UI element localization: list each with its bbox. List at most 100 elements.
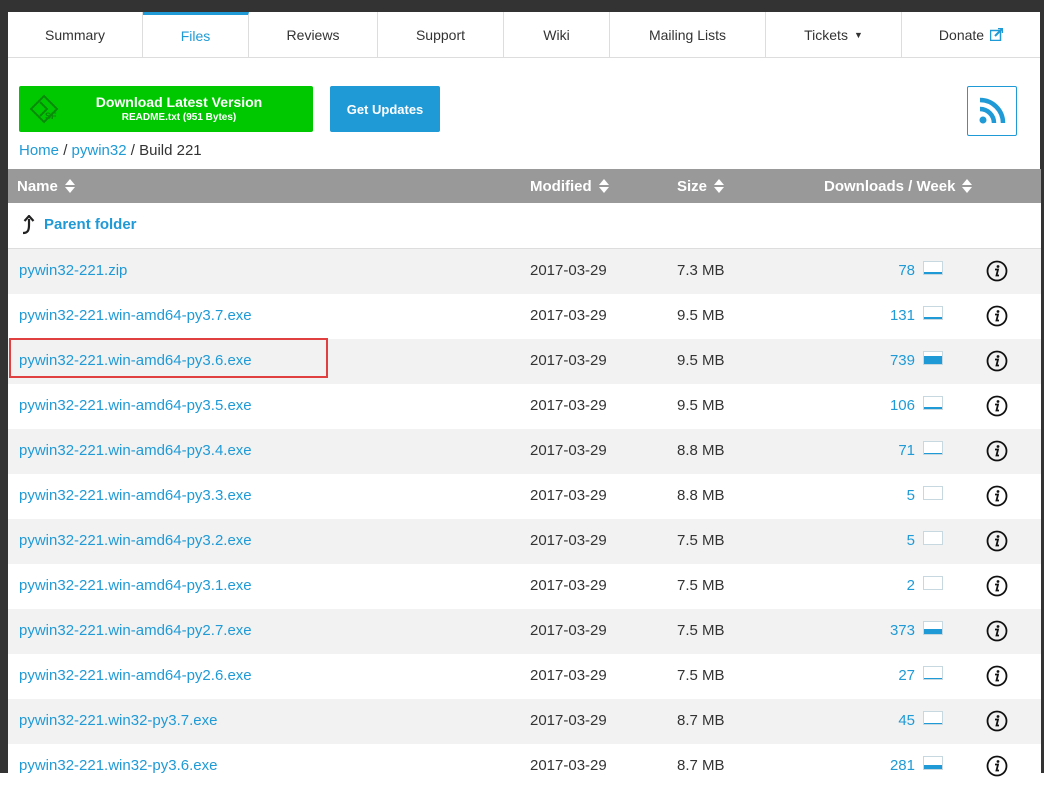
info-icon[interactable] [986,350,1008,372]
table-row: pywin32-221.win32-py3.6.exe 2017-03-29 8.7… [8,744,1041,789]
file-size: 7.5 MB [677,667,725,684]
file-name-link[interactable]: pywin32-221.win-amd64-py3.4.exe [19,442,252,459]
info-icon[interactable] [986,665,1008,687]
get-updates-button[interactable]: Get Updates [330,86,440,132]
rss-icon [979,97,1006,124]
breadcrumb-separator: / [130,142,135,159]
table-row: pywin32-221.win-amd64-py3.6.exe 2017-03-2… [8,339,1041,384]
column-label: Modified [530,177,592,195]
breadcrumb-current: Build 221 [139,142,202,159]
download-count[interactable]: 281 [890,757,915,774]
table-row: pywin32-221.zip 2017-03-29 7.3 MB 78 [8,249,1041,294]
file-size: 7.5 MB [677,622,725,639]
info-icon[interactable] [986,710,1008,732]
download-count[interactable]: 131 [890,307,915,324]
table-row: pywin32-221.win-amd64-py3.3.exe 2017-03-2… [8,474,1041,519]
file-name-link[interactable]: pywin32-221.win-amd64-py2.7.exe [19,622,252,639]
file-name-link[interactable]: pywin32-221.win-amd64-py3.3.exe [19,487,252,504]
info-icon[interactable] [986,485,1008,507]
download-latest-button[interactable]: SF Download Latest Version README.txt (9… [19,86,313,132]
tab-support[interactable]: Support [378,12,504,57]
file-rows: pywin32-221.zip 2017-03-29 7.3 MB 78 pywin32… [8,249,1041,789]
breadcrumb-project-link[interactable]: pywin32 [72,142,127,159]
top-dark-bar [0,0,1044,12]
sparkline-fill [924,355,942,364]
file-name-link[interactable]: pywin32-221.win32-py3.7.exe [19,712,217,729]
download-count[interactable]: 5 [907,532,915,549]
download-count[interactable]: 71 [898,442,915,459]
tab-label: Wiki [543,26,570,43]
file-name-link[interactable]: pywin32-221.win-amd64-py3.6.exe [19,352,252,369]
sparkline-fill [924,722,942,724]
info-icon[interactable] [986,395,1008,417]
file-modified: 2017-03-29 [530,712,607,729]
parent-folder-link[interactable]: Parent folder [44,216,137,233]
file-name-link[interactable]: pywin32-221.win32-py3.6.exe [19,757,217,774]
tab-wiki[interactable]: Wiki [504,12,610,57]
arrow-up-icon [22,215,35,235]
tab-label: Tickets [804,26,848,43]
file-size: 8.8 MB [677,442,725,459]
download-count[interactable]: 373 [890,622,915,639]
sparkline-fill [924,678,942,679]
info-icon[interactable] [986,575,1008,597]
tab-summary[interactable]: Summary [8,12,143,57]
rss-feed-button[interactable] [967,86,1017,136]
info-icon[interactable] [986,440,1008,462]
file-modified: 2017-03-29 [530,487,607,504]
file-size: 7.3 MB [677,262,725,279]
column-label: Name [17,177,58,195]
download-count[interactable]: 5 [907,487,915,504]
parent-folder-row[interactable]: Parent folder [8,203,1041,249]
downloads-sparkline [923,441,943,455]
tab-mailing-lists[interactable]: Mailing Lists [610,12,766,57]
download-count[interactable]: 739 [890,352,915,369]
file-name-link[interactable]: pywin32-221.zip [19,262,127,279]
file-modified: 2017-03-29 [530,352,607,369]
info-icon[interactable] [986,755,1008,777]
file-modified: 2017-03-29 [530,262,607,279]
breadcrumb-home-link[interactable]: Home [19,142,59,159]
column-label: Size [677,177,708,195]
tab-files[interactable]: Files [143,12,249,57]
sort-icon [714,178,725,194]
column-header-modified[interactable]: Modified [530,169,609,203]
column-header-size[interactable]: Size [677,169,725,203]
edit-external-icon [990,28,1004,41]
info-icon[interactable] [986,305,1008,327]
file-size: 7.5 MB [677,577,725,594]
download-count[interactable]: 2 [907,577,915,594]
file-name-link[interactable]: pywin32-221.win-amd64-py3.7.exe [19,307,252,324]
downloads-sparkline [923,351,943,365]
file-name-link[interactable]: pywin32-221.win-amd64-py3.5.exe [19,397,252,414]
project-nav-tabs: Summary Files Reviews Support Wiki Maili… [8,12,1040,58]
file-modified: 2017-03-29 [530,667,607,684]
download-count[interactable]: 27 [898,667,915,684]
file-size: 9.5 MB [677,352,725,369]
file-name-link[interactable]: pywin32-221.win-amd64-py3.1.exe [19,577,252,594]
download-count[interactable]: 45 [898,712,915,729]
column-header-downloads[interactable]: Downloads / Week [824,169,973,203]
file-modified: 2017-03-29 [530,442,607,459]
download-subtitle: README.txt (951 Bytes) [121,112,237,123]
download-count[interactable]: 106 [890,397,915,414]
info-icon[interactable] [986,620,1008,642]
file-name-link[interactable]: pywin32-221.win-amd64-py2.6.exe [19,667,252,684]
download-title: Download Latest Version [95,94,263,110]
downloads-sparkline [923,531,943,545]
tab-reviews[interactable]: Reviews [249,12,378,57]
file-modified: 2017-03-29 [530,622,607,639]
files-table: Name Modified Size Downloads / Week Pare… [8,169,1041,789]
downloads-sparkline [923,306,943,320]
info-icon[interactable] [986,530,1008,552]
tab-tickets[interactable]: Tickets ▼ [766,12,902,57]
table-row: pywin32-221.win-amd64-py2.7.exe 2017-03-2… [8,609,1041,654]
file-name-link[interactable]: pywin32-221.win-amd64-py3.2.exe [19,532,252,549]
download-count[interactable]: 78 [898,262,915,279]
info-icon[interactable] [986,260,1008,282]
file-modified: 2017-03-29 [530,532,607,549]
tab-donate[interactable]: Donate [902,12,1040,57]
table-row: pywin32-221.win-amd64-py3.5.exe 2017-03-2… [8,384,1041,429]
column-header-name[interactable]: Name [17,169,75,203]
table-row: pywin32-221.win-amd64-py3.4.exe 2017-03-2… [8,429,1041,474]
